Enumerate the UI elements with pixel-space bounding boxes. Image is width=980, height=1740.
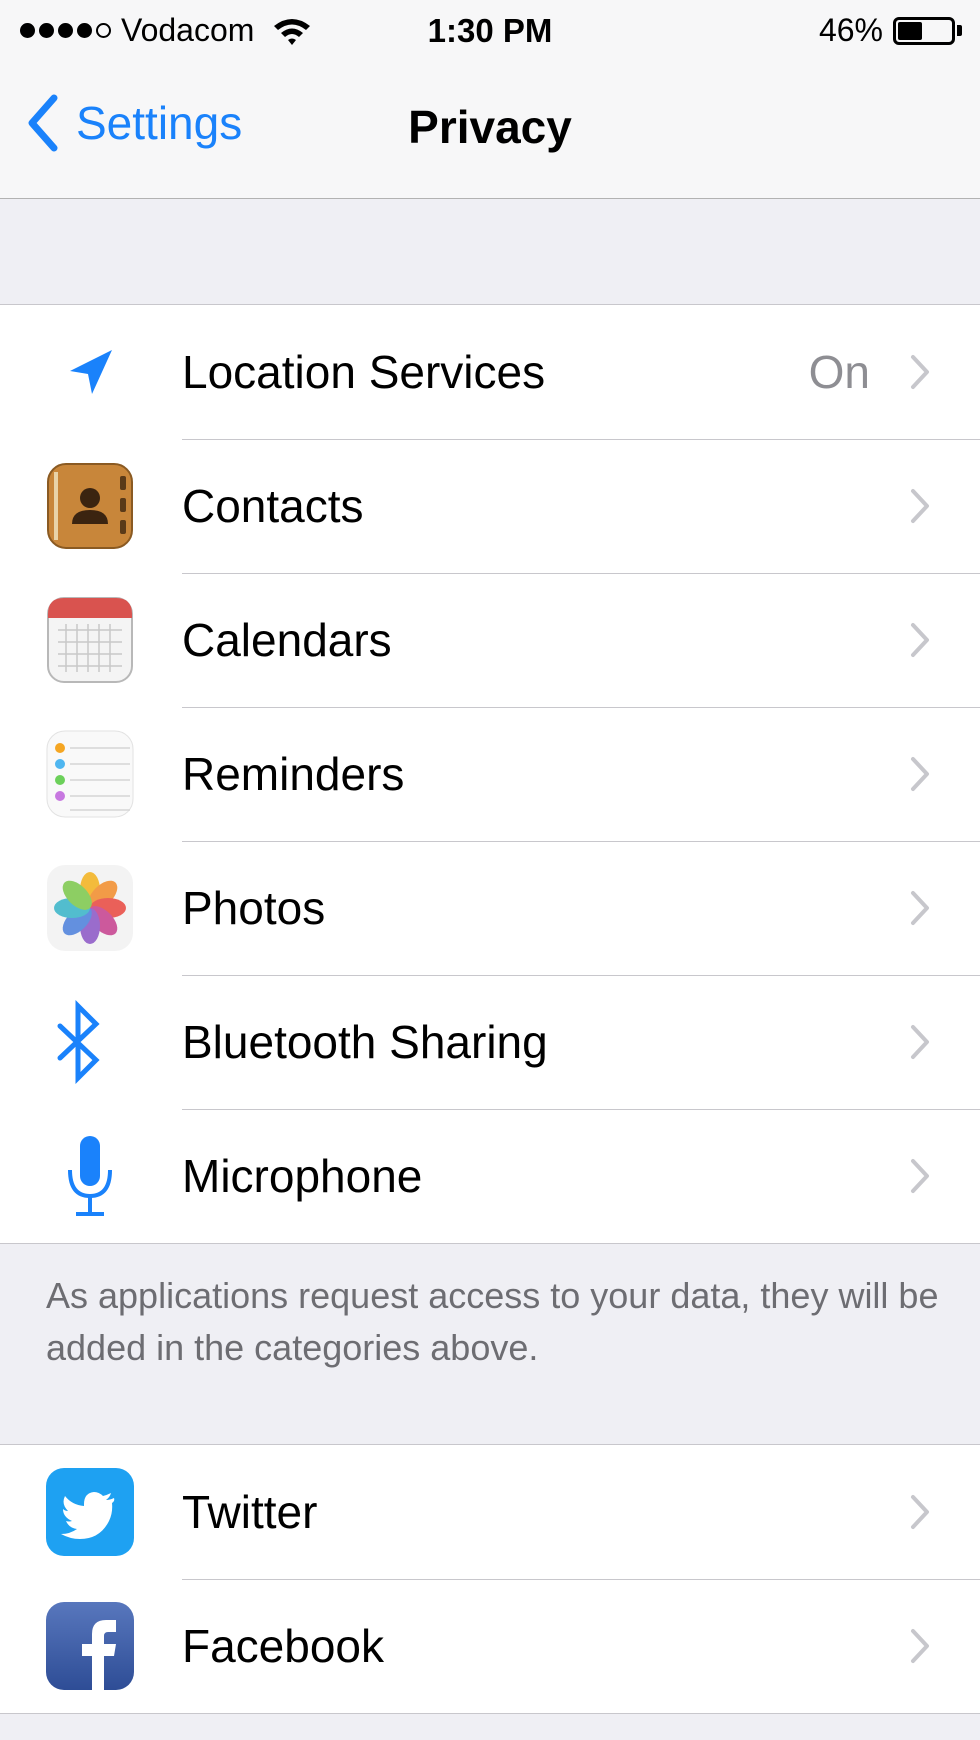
contacts-icon [46, 462, 134, 550]
reminders-icon [46, 730, 134, 818]
privacy-footer-note: As applications request access to your d… [46, 1275, 939, 1368]
list-item-reminders[interactable]: Reminders [0, 707, 980, 841]
battery-icon [893, 16, 955, 45]
list-item-label: Contacts [182, 480, 364, 532]
page-title: Privacy [408, 101, 572, 153]
chevron-right-icon [911, 1629, 929, 1663]
battery-percentage: 46% [818, 12, 883, 48]
list-item-twitter[interactable]: Twitter [0, 1445, 980, 1579]
list-item-label: Location Services [182, 346, 546, 398]
list-item-facebook[interactable]: Facebook [0, 1579, 980, 1713]
chevron-right-icon [911, 1025, 929, 1059]
list-item-microphone[interactable]: Microphone [0, 1109, 980, 1243]
location-arrow-icon [46, 328, 134, 416]
list-item-label: Calendars [182, 614, 392, 666]
list-item-label: Photos [182, 882, 326, 934]
list-item-calendars[interactable]: Calendars [0, 573, 980, 707]
chevron-right-icon [911, 1159, 929, 1193]
list-item-photos[interactable]: Photos [0, 841, 980, 975]
chevron-right-icon [911, 355, 929, 389]
list-item-bluetooth-sharing[interactable]: Bluetooth Sharing [0, 975, 980, 1109]
facebook-icon [46, 1602, 134, 1690]
chevron-right-icon [911, 1495, 929, 1529]
battery-cap [957, 25, 962, 36]
microphone-icon [46, 1132, 134, 1220]
list-item-label: Twitter [182, 1486, 318, 1538]
status-right: 46% [819, 12, 962, 49]
navigation-bar: Settings Privacy [0, 64, 980, 199]
social-accounts-list: Twitter Facebook [0, 1444, 980, 1714]
battery-level [898, 21, 922, 40]
location-services-status: On [808, 346, 870, 398]
bluetooth-icon [46, 998, 134, 1086]
calendar-icon [46, 596, 134, 684]
list-item-label: Bluetooth Sharing [182, 1016, 548, 1068]
list-item-label: Facebook [182, 1620, 385, 1672]
list-item-label: Microphone [182, 1150, 423, 1202]
chevron-right-icon [911, 891, 929, 925]
status-bar: Vodacom 1:30 PM 46% [0, 0, 980, 64]
list-item-location-services[interactable]: Location Services On [0, 305, 980, 439]
photos-icon [46, 864, 134, 952]
privacy-categories-list: Location Services On Contacts Calendars … [0, 304, 980, 1244]
chevron-right-icon [911, 757, 929, 791]
list-item-label: Reminders [182, 748, 405, 800]
twitter-icon [46, 1468, 134, 1556]
chevron-right-icon [911, 623, 929, 657]
list-item-contacts[interactable]: Contacts [0, 439, 980, 573]
chevron-right-icon [911, 489, 929, 523]
